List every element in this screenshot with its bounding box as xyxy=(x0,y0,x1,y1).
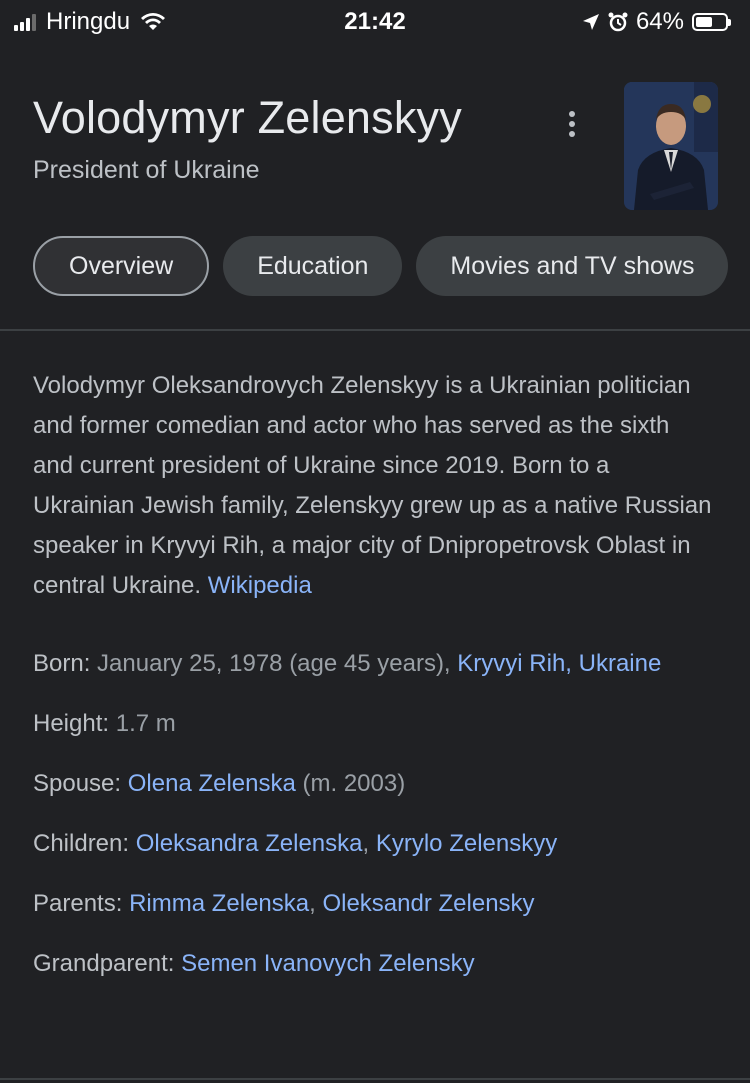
knowledge-panel-header: Volodymyr Zelenskyy President of Ukraine… xyxy=(0,44,750,330)
status-bar: Hringdu 21:42 64% xyxy=(0,0,750,44)
fact-born: Born: January 25, 1978 (age 45 years), K… xyxy=(33,644,713,684)
grandparent-link[interactable]: Semen Ivanovych Zelensky xyxy=(181,950,474,977)
overview-content: Volodymyr Oleksandrovych Zelenskyy is a … xyxy=(33,366,713,1004)
fact-separator: , xyxy=(309,890,316,917)
fact-label: Born: xyxy=(33,650,91,677)
battery-fill xyxy=(696,17,713,27)
page-subtitle: President of Ukraine xyxy=(33,156,260,184)
tab-movies-and-tv-shows[interactable]: Movies and TV shows xyxy=(416,236,729,296)
fact-value: January 25, 1978 (age 45 years), xyxy=(97,650,451,677)
fact-height: Height: 1.7 m xyxy=(33,704,713,744)
battery-percent: 64% xyxy=(635,8,684,35)
tab-education[interactable]: Education xyxy=(223,236,403,296)
tab-movies-label: Movies and TV shows xyxy=(450,251,695,280)
fact-children: Children: Oleksandra Zelenska, Kyrylo Ze… xyxy=(33,824,713,864)
fact-spouse: Spouse: Olena Zelenska (m. 2003) xyxy=(33,764,713,804)
fact-label: Grandparent: xyxy=(33,950,175,977)
fact-label: Spouse: xyxy=(33,770,122,797)
battery-icon xyxy=(692,13,731,31)
status-right: 64% xyxy=(574,8,731,36)
parent-link[interactable]: Rimma Zelenska xyxy=(129,890,309,917)
location-arrow-icon xyxy=(582,14,599,30)
fact-value: 1.7 m xyxy=(115,710,176,737)
birthplace-link[interactable]: Kryvyi Rih, Ukraine xyxy=(457,650,661,677)
more-options-icon[interactable] xyxy=(560,104,584,144)
profile-photo[interactable] xyxy=(624,82,718,210)
tab-overview-label: Overview xyxy=(69,251,174,280)
fact-label: Height: xyxy=(33,710,110,737)
wikipedia-link[interactable]: Wikipedia xyxy=(208,572,312,599)
fact-value: (m. 2003) xyxy=(302,770,406,797)
tab-education-label: Education xyxy=(257,251,369,280)
fact-label: Parents: xyxy=(33,890,123,917)
child-link[interactable]: Oleksandra Zelenska xyxy=(136,830,363,857)
bottom-divider xyxy=(0,1078,750,1080)
fact-grandparent: Grandparent: Semen Ivanovych Zelensky xyxy=(33,944,713,984)
header-divider xyxy=(0,329,750,331)
page-title: Volodymyr Zelenskyy xyxy=(33,92,462,143)
facts-list: Born: January 25, 1978 (age 45 years), K… xyxy=(33,644,713,984)
tab-overview[interactable]: Overview xyxy=(33,236,210,296)
fact-label: Children: xyxy=(33,830,130,857)
description: Volodymyr Oleksandrovych Zelenskyy is a … xyxy=(33,366,713,606)
fact-separator: , xyxy=(362,830,370,857)
description-text: Volodymyr Oleksandrovych Zelenskyy is a … xyxy=(33,372,712,599)
fact-parents: Parents: Rimma Zelenska, Oleksandr Zelen… xyxy=(33,884,713,924)
parent-link[interactable]: Oleksandr Zelensky xyxy=(322,890,534,917)
child-link[interactable]: Kyrylo Zelenskyy xyxy=(376,830,557,857)
spouse-link[interactable]: Olena Zelenska xyxy=(128,770,296,797)
tab-bar: Overview Education Movies and TV shows xyxy=(33,236,742,296)
alarm-icon xyxy=(608,12,628,32)
